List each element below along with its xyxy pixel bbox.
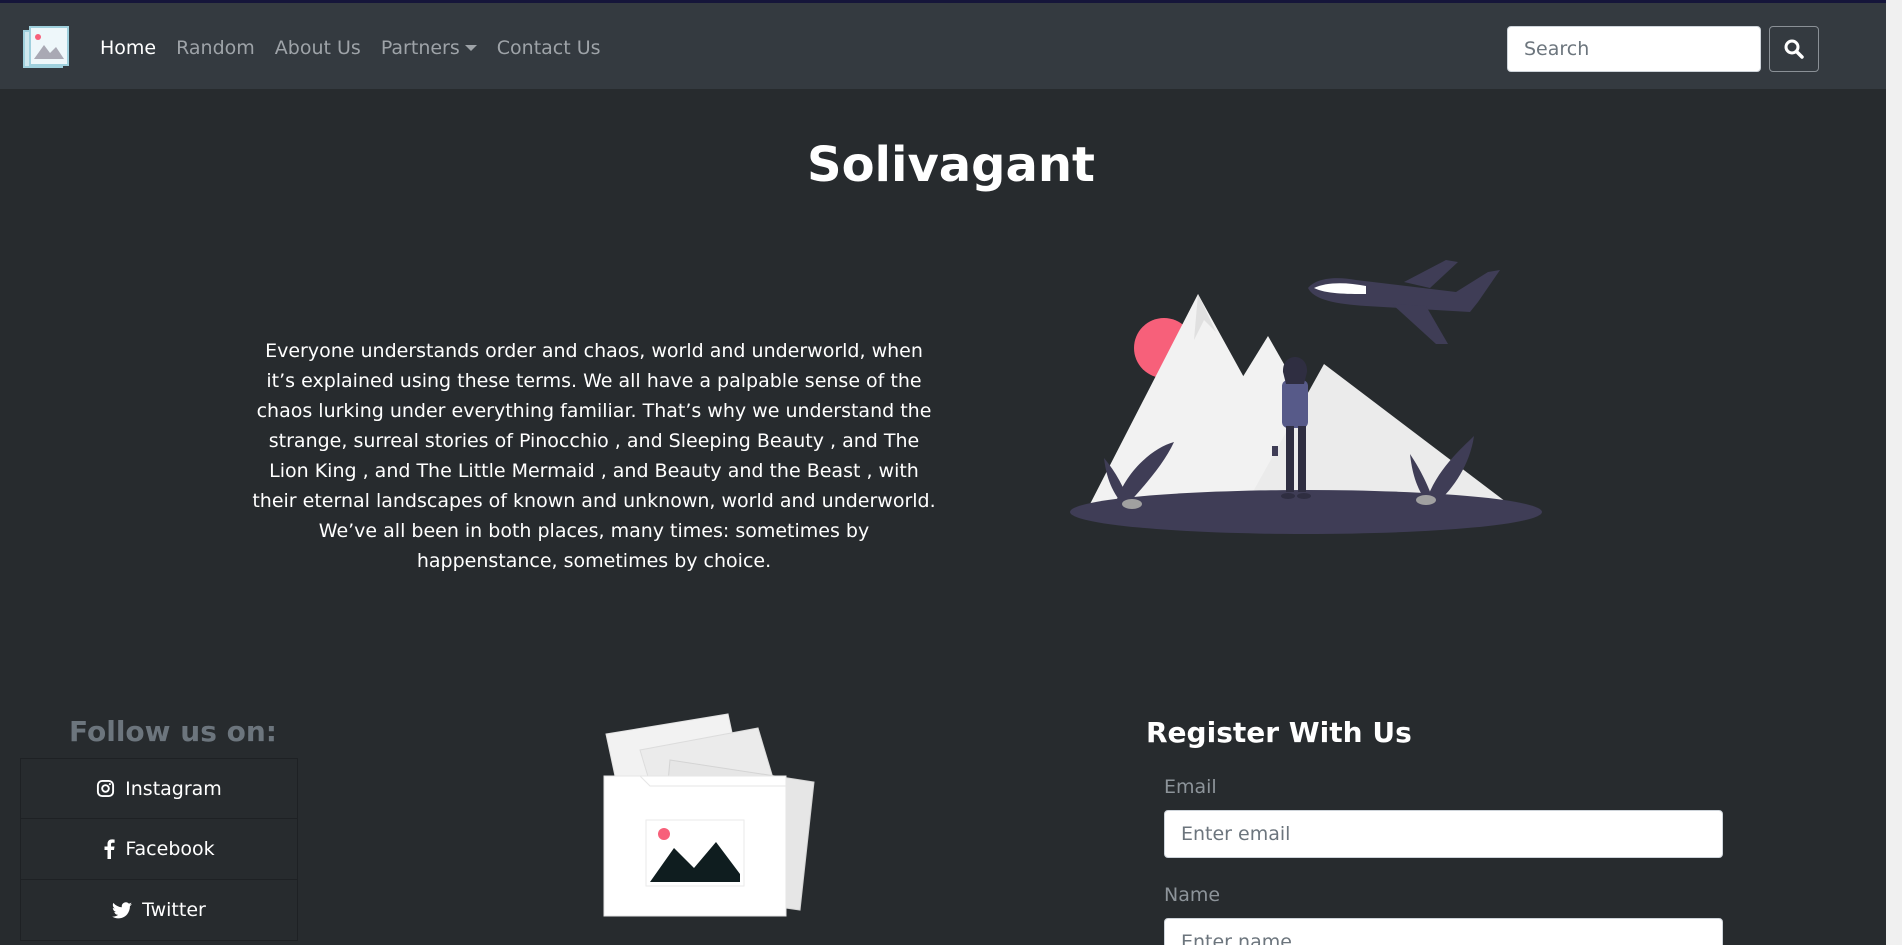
email-label: Email — [1164, 776, 1217, 798]
search-button[interactable] — [1769, 26, 1819, 72]
search-icon — [1784, 39, 1804, 59]
email-field[interactable] — [1164, 810, 1723, 858]
travel-illustration — [1070, 260, 1542, 534]
nav-partners-label: Partners — [380, 37, 460, 59]
instagram-icon — [97, 779, 115, 798]
nav-contact-us[interactable]: Contact Us — [497, 37, 601, 59]
chevron-down-icon — [464, 45, 477, 51]
airplane-shape — [1308, 260, 1500, 344]
scrollbar[interactable] — [1886, 0, 1902, 945]
image-folder-illustration — [603, 713, 815, 917]
twitter-label: Twitter — [142, 899, 206, 921]
search-input[interactable] — [1507, 26, 1761, 72]
register-heading: Register With Us — [1146, 716, 1412, 749]
name-field[interactable] — [1164, 918, 1723, 945]
facebook-label: Facebook — [125, 838, 215, 860]
nav-about-us[interactable]: About Us — [275, 37, 361, 59]
navbar: Home Random About Us Partners Contact Us — [0, 3, 1902, 89]
logo-icon[interactable] — [22, 25, 70, 71]
nav-home[interactable]: Home — [100, 37, 156, 59]
name-label: Name — [1164, 884, 1221, 906]
twitter-icon — [112, 901, 133, 918]
nav-random[interactable]: Random — [176, 37, 255, 59]
nav-partners-dropdown[interactable]: Partners — [381, 37, 477, 59]
social-facebook-link[interactable]: Facebook — [20, 819, 298, 880]
nav-links: Home Random About Us Partners Contact Us — [100, 37, 621, 59]
instagram-label: Instagram — [125, 777, 222, 800]
social-links-list: Instagram Facebook Twitter — [20, 758, 298, 941]
page-title: Solivagant — [807, 137, 1095, 193]
social-instagram-link[interactable]: Instagram — [20, 758, 298, 819]
intro-paragraph: Everyone understands order and chaos, wo… — [252, 340, 936, 572]
follow-us-heading: Follow us on: — [69, 715, 277, 748]
social-twitter-link[interactable]: Twitter — [20, 880, 298, 941]
facebook-icon — [104, 839, 115, 859]
